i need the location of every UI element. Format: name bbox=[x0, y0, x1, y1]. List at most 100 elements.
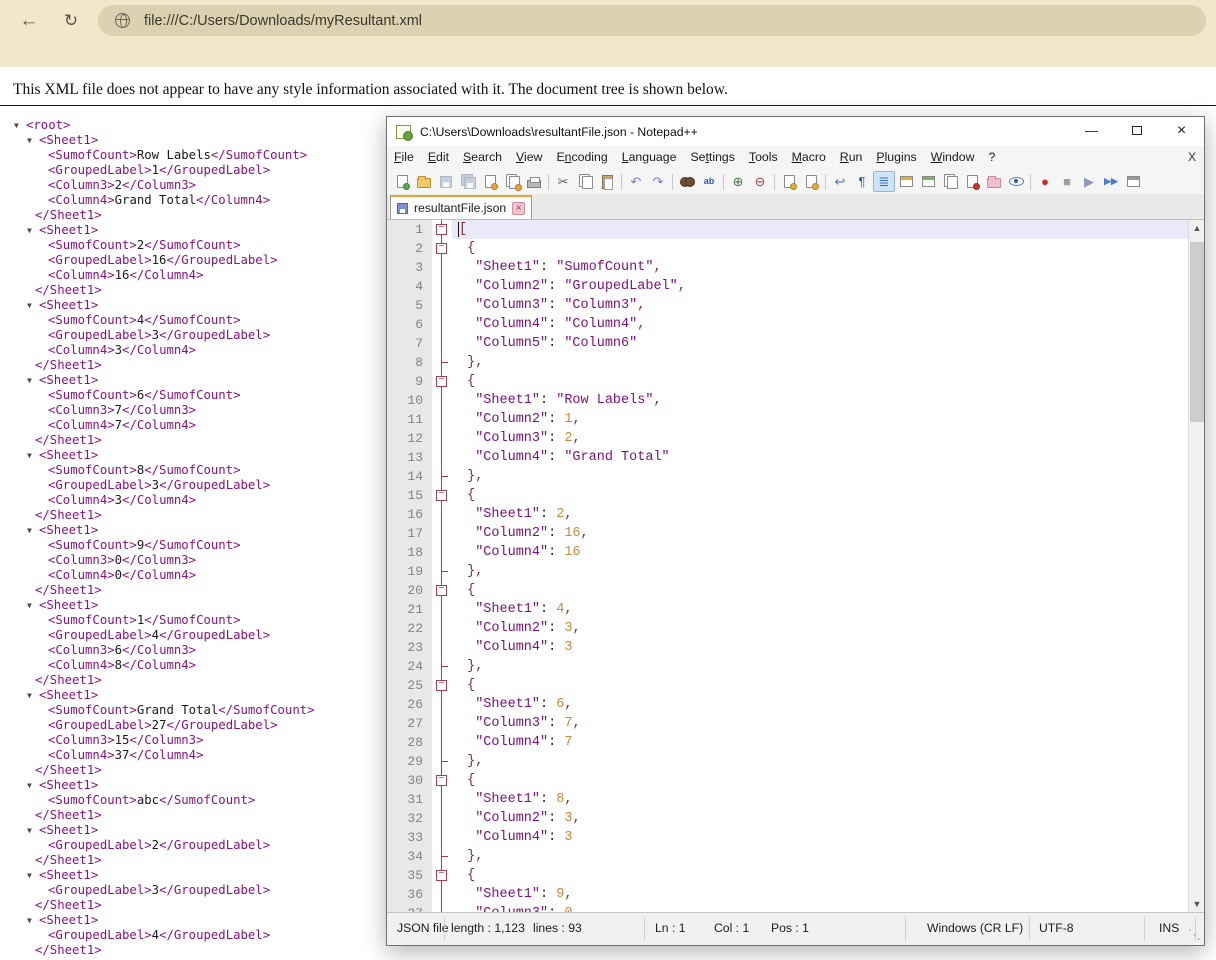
fold-margin[interactable] bbox=[432, 334, 452, 353]
fold-margin[interactable] bbox=[432, 885, 452, 904]
fold-margin[interactable] bbox=[432, 619, 452, 638]
code-text[interactable]: { bbox=[452, 771, 1204, 790]
code-text[interactable]: "Column2": 3, bbox=[452, 809, 1204, 828]
zoom-out-icon[interactable]: ⊖ bbox=[749, 171, 771, 192]
collapse-arrow-icon[interactable]: ▼ bbox=[27, 688, 39, 703]
code-text[interactable]: "Column4": 3 bbox=[452, 828, 1204, 847]
scroll-up-arrow[interactable]: ▲ bbox=[1189, 220, 1205, 236]
fold-margin[interactable] bbox=[432, 505, 452, 524]
code-text[interactable]: "Column2": 16, bbox=[452, 524, 1204, 543]
code-text[interactable]: "Sheet1": "SumofCount", bbox=[452, 258, 1204, 277]
word-wrap-icon[interactable]: ↩ bbox=[829, 171, 851, 192]
fold-margin[interactable]: − bbox=[432, 866, 452, 885]
fold-margin[interactable] bbox=[432, 391, 452, 410]
back-button[interactable]: ← bbox=[16, 8, 42, 34]
code-text[interactable]: "Column3": 7, bbox=[452, 714, 1204, 733]
code-text[interactable]: }, bbox=[452, 467, 1204, 486]
minimize-button[interactable]: — bbox=[1069, 117, 1114, 146]
address-bar[interactable]: file:///C:/Users/Downloads/myResultant.x… bbox=[98, 5, 1206, 36]
scrollbar-thumb[interactable] bbox=[1190, 242, 1204, 422]
save-all-icon[interactable] bbox=[457, 171, 479, 192]
folder-as-workspace-icon[interactable] bbox=[983, 171, 1005, 192]
new-file-icon[interactable] bbox=[391, 171, 413, 192]
fold-margin[interactable] bbox=[432, 790, 452, 809]
code-text[interactable]: { bbox=[452, 486, 1204, 505]
menu-tools[interactable]: Tools bbox=[742, 146, 785, 169]
code-text[interactable]: }, bbox=[452, 353, 1204, 372]
fold-margin[interactable] bbox=[432, 809, 452, 828]
fold-margin[interactable] bbox=[432, 543, 452, 562]
code-text[interactable]: { bbox=[452, 372, 1204, 391]
code-text[interactable]: "Sheet1": 4, bbox=[452, 600, 1204, 619]
code-text[interactable]: "Sheet1": 8, bbox=[452, 790, 1204, 809]
code-text[interactable]: { bbox=[452, 676, 1204, 695]
collapse-arrow-icon[interactable]: ▼ bbox=[27, 523, 39, 538]
menu-edit[interactable]: Edit bbox=[421, 146, 456, 169]
menu-encoding[interactable]: Encoding bbox=[549, 146, 614, 169]
replace-icon[interactable]: ab bbox=[698, 171, 720, 192]
menu-macro[interactable]: Macro bbox=[785, 146, 833, 169]
collapse-arrow-icon[interactable]: ▼ bbox=[27, 598, 39, 613]
indent-guide-icon[interactable]: ≣ bbox=[873, 171, 895, 192]
document-list-icon[interactable] bbox=[939, 171, 961, 192]
function-list-icon[interactable] bbox=[961, 171, 983, 192]
fold-collapse-icon[interactable]: − bbox=[436, 376, 447, 387]
fold-margin[interactable] bbox=[432, 904, 452, 912]
scroll-down-arrow[interactable]: ▼ bbox=[1189, 896, 1205, 912]
open-file-icon[interactable] bbox=[413, 171, 435, 192]
collapse-arrow-icon[interactable]: ▼ bbox=[27, 868, 39, 883]
fold-collapse-icon[interactable]: − bbox=[436, 224, 447, 235]
fold-margin[interactable]: − bbox=[432, 372, 452, 391]
menu-settings[interactable]: Settings bbox=[683, 146, 741, 169]
collapse-arrow-icon[interactable]: ▼ bbox=[27, 913, 39, 928]
collapse-arrow-icon[interactable]: ▼ bbox=[27, 778, 39, 793]
fold-margin[interactable] bbox=[432, 353, 452, 372]
code-text[interactable]: "Sheet1": "Row Labels", bbox=[452, 391, 1204, 410]
fold-margin[interactable] bbox=[432, 448, 452, 467]
code-text[interactable]: "Column4": "Column4", bbox=[452, 315, 1204, 334]
fold-margin[interactable] bbox=[432, 258, 452, 277]
code-text[interactable]: "Column3": 2, bbox=[452, 429, 1204, 448]
fold-margin[interactable] bbox=[432, 429, 452, 448]
collapse-arrow-icon[interactable]: ▼ bbox=[27, 298, 39, 313]
undo-icon[interactable]: ↶ bbox=[625, 171, 647, 192]
collapse-arrow-icon[interactable]: ▼ bbox=[27, 223, 39, 238]
fold-collapse-icon[interactable]: − bbox=[436, 680, 447, 691]
redo-icon[interactable]: ↷ bbox=[647, 171, 669, 192]
collapse-arrow-icon[interactable]: ▼ bbox=[27, 823, 39, 838]
close-all-icon[interactable] bbox=[501, 171, 523, 192]
fold-collapse-icon[interactable]: − bbox=[436, 870, 447, 881]
title-bar[interactable]: C:\Users\Downloads\resultantFile.json - … bbox=[387, 117, 1204, 146]
code-text[interactable]: }, bbox=[452, 657, 1204, 676]
code-text[interactable]: "Column3": 0 bbox=[452, 904, 1204, 912]
print-icon[interactable] bbox=[523, 171, 545, 192]
code-text[interactable]: "Column2": 1, bbox=[452, 410, 1204, 429]
document-map-icon[interactable] bbox=[917, 171, 939, 192]
save-icon[interactable] bbox=[435, 171, 457, 192]
code-text[interactable]: }, bbox=[452, 847, 1204, 866]
code-text[interactable]: }, bbox=[452, 752, 1204, 771]
fold-margin[interactable] bbox=[432, 600, 452, 619]
fold-margin[interactable]: − bbox=[432, 239, 452, 258]
fold-margin[interactable] bbox=[432, 277, 452, 296]
fold-margin[interactable]: − bbox=[432, 220, 452, 239]
code-text[interactable]: { bbox=[452, 866, 1204, 885]
fold-margin[interactable] bbox=[432, 467, 452, 486]
fold-margin[interactable] bbox=[432, 695, 452, 714]
fold-margin[interactable] bbox=[432, 638, 452, 657]
fold-margin[interactable] bbox=[432, 752, 452, 771]
fold-collapse-icon[interactable]: − bbox=[436, 490, 447, 501]
code-text[interactable]: "Column4": 16 bbox=[452, 543, 1204, 562]
code-text[interactable]: { bbox=[452, 239, 1204, 258]
fold-collapse-icon[interactable]: − bbox=[436, 775, 447, 786]
menu-view[interactable]: View bbox=[509, 146, 549, 169]
fold-margin[interactable] bbox=[432, 714, 452, 733]
fold-margin[interactable] bbox=[432, 410, 452, 429]
macro-save-icon[interactable] bbox=[1122, 171, 1144, 192]
code-text[interactable]: "Sheet1": 2, bbox=[452, 505, 1204, 524]
fold-margin[interactable] bbox=[432, 847, 452, 866]
code-text[interactable]: "Column2": 3, bbox=[452, 619, 1204, 638]
fold-collapse-icon[interactable]: − bbox=[436, 243, 447, 254]
menu-file[interactable]: File bbox=[387, 146, 421, 169]
zoom-in-icon[interactable]: ⊕ bbox=[727, 171, 749, 192]
